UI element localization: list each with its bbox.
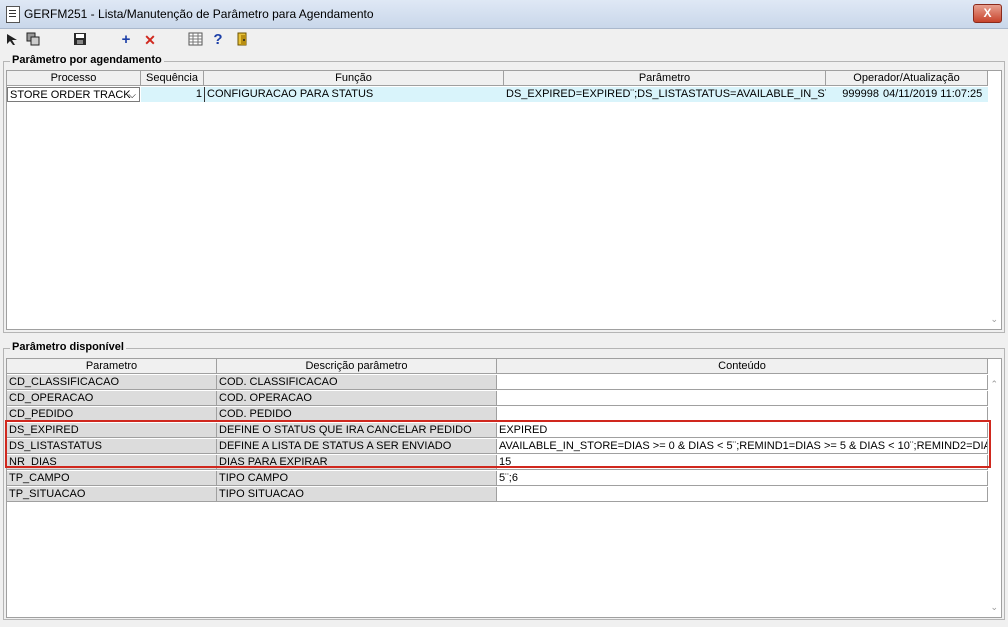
close-button[interactable]: X — [973, 4, 1002, 23]
select-icon[interactable] — [4, 32, 20, 48]
parametro-cell: TP_SITUACAO — [7, 487, 217, 502]
scroll-down-icon[interactable]: ⌄ — [990, 314, 998, 325]
parametro-cell: CD_PEDIDO — [7, 407, 217, 422]
table-icon[interactable] — [187, 32, 203, 48]
table-row[interactable]: DS_LISTASTATUS DEFINE A LISTA DE STATUS A… — [7, 439, 988, 455]
add-icon[interactable]: + — [118, 32, 134, 48]
conteudo-cell[interactable] — [497, 391, 988, 406]
exit-icon[interactable] — [234, 32, 250, 48]
toolbar: + ✕ ? — [0, 29, 1008, 53]
table-row[interactable]: TP_CAMPO TIPO CAMPO 5¨;6 — [7, 471, 988, 487]
sequencia-cell[interactable]: 1 — [141, 87, 204, 102]
scroll-up-icon[interactable]: ⌃ — [990, 379, 998, 390]
table-row[interactable]: CD_OPERACAO COD. OPERACAO — [7, 391, 988, 407]
delete-icon[interactable]: ✕ — [142, 32, 158, 48]
descricao-cell: TIPO SITUACAO — [217, 487, 497, 502]
scroll-down-icon[interactable]: ⌄ — [990, 602, 998, 613]
parametro-cell: DS_LISTASTATUS — [7, 439, 217, 454]
table-row[interactable]: DS_EXPIRED DEFINE O STATUS QUE IRA CANCEL… — [7, 423, 988, 439]
table-row[interactable]: STORE ORDER TRACK ⌵ 1 CONFIGURACAO PARA … — [7, 86, 988, 103]
parametro-cell: CD_CLASSIFICACAO — [7, 375, 217, 390]
descricao-cell: COD. OPERACAO — [217, 391, 497, 406]
panel-legend: Parâmetro por agendamento — [10, 54, 164, 66]
descricao-cell: TIPO CAMPO — [217, 471, 497, 486]
descricao-cell: DIAS PARA EXPIRAR — [217, 455, 497, 470]
processo-value: STORE ORDER TRACK — [10, 89, 131, 101]
conteudo-cell[interactable]: 5¨;6 — [497, 471, 988, 486]
parametro-cell: DS_EXPIRED — [7, 423, 217, 438]
document-icon — [6, 6, 20, 23]
descricao-cell: COD. PEDIDO — [217, 407, 497, 422]
save-icon[interactable] — [72, 32, 88, 48]
parametro-cell: TP_CAMPO — [7, 471, 217, 486]
column-header[interactable]: Parâmetro — [504, 71, 826, 86]
processo-select[interactable]: STORE ORDER TRACK ⌵ — [7, 87, 140, 102]
table-row[interactable]: CD_PEDIDO COD. PEDIDO — [7, 407, 988, 423]
operador-cell[interactable]: 999998 — [826, 87, 881, 102]
conteudo-cell[interactable]: AVAILABLE_IN_STORE=DIAS >= 0 & DIAS < 5¨… — [497, 439, 988, 454]
conteudo-cell[interactable] — [497, 407, 988, 422]
atualizacao-cell[interactable]: 04/11/2019 11:07:25 — [881, 87, 988, 102]
help-icon[interactable]: ? — [210, 32, 226, 48]
parametro-cell: NR_DIAS — [7, 455, 217, 470]
descricao-cell: COD. CLASSIFICACAO — [217, 375, 497, 390]
parametro-cell: CD_OPERACAO — [7, 391, 217, 406]
table-row[interactable]: NR_DIAS DIAS PARA EXPIRAR 15 — [7, 455, 988, 471]
column-header[interactable]: Conteúdo — [497, 359, 988, 374]
column-header[interactable]: Sequência — [141, 71, 204, 86]
agendamento-grid: Processo Sequência Função Parâmetro Oper… — [6, 70, 1002, 330]
panel-legend: Parâmetro disponível — [10, 341, 126, 353]
conteudo-cell[interactable]: EXPIRED — [497, 423, 988, 438]
copy-icon[interactable] — [25, 32, 41, 48]
table-row[interactable]: TP_SITUACAO TIPO SITUACAO — [7, 487, 988, 503]
column-header[interactable]: Função — [204, 71, 504, 86]
parametro-cell[interactable]: DS_EXPIRED=EXPIRED¨;DS_LISTASTATUS=AVAIL… — [504, 87, 826, 102]
conteudo-cell[interactable] — [497, 375, 988, 390]
conteudo-cell[interactable] — [497, 487, 988, 502]
column-header[interactable]: Descrição parâmetro — [217, 359, 497, 374]
parametro-disponivel-grid: Parametro Descrição parâmetro Conteúdo C… — [6, 358, 1002, 618]
descricao-cell: DEFINE A LISTA DE STATUS A SER ENVIADO — [217, 439, 497, 454]
column-header[interactable]: Processo — [7, 71, 141, 86]
column-header[interactable]: Parametro — [7, 359, 217, 374]
title-bar: GERFM251 - Lista/Manutenção de Parâmetro… — [0, 0, 1008, 29]
funcao-cell[interactable]: CONFIGURACAO PARA STATUS — [204, 87, 504, 102]
descricao-cell: DEFINE O STATUS QUE IRA CANCELAR PEDIDO — [217, 423, 497, 438]
chevron-down-icon[interactable]: ⌵ — [128, 88, 136, 101]
table-row[interactable]: CD_CLASSIFICACAO COD. CLASSIFICACAO — [7, 375, 988, 391]
conteudo-cell[interactable]: 15 — [497, 455, 988, 470]
window-title: GERFM251 - Lista/Manutenção de Parâmetro… — [24, 7, 374, 21]
column-header[interactable]: Operador/Atualização — [826, 71, 988, 86]
